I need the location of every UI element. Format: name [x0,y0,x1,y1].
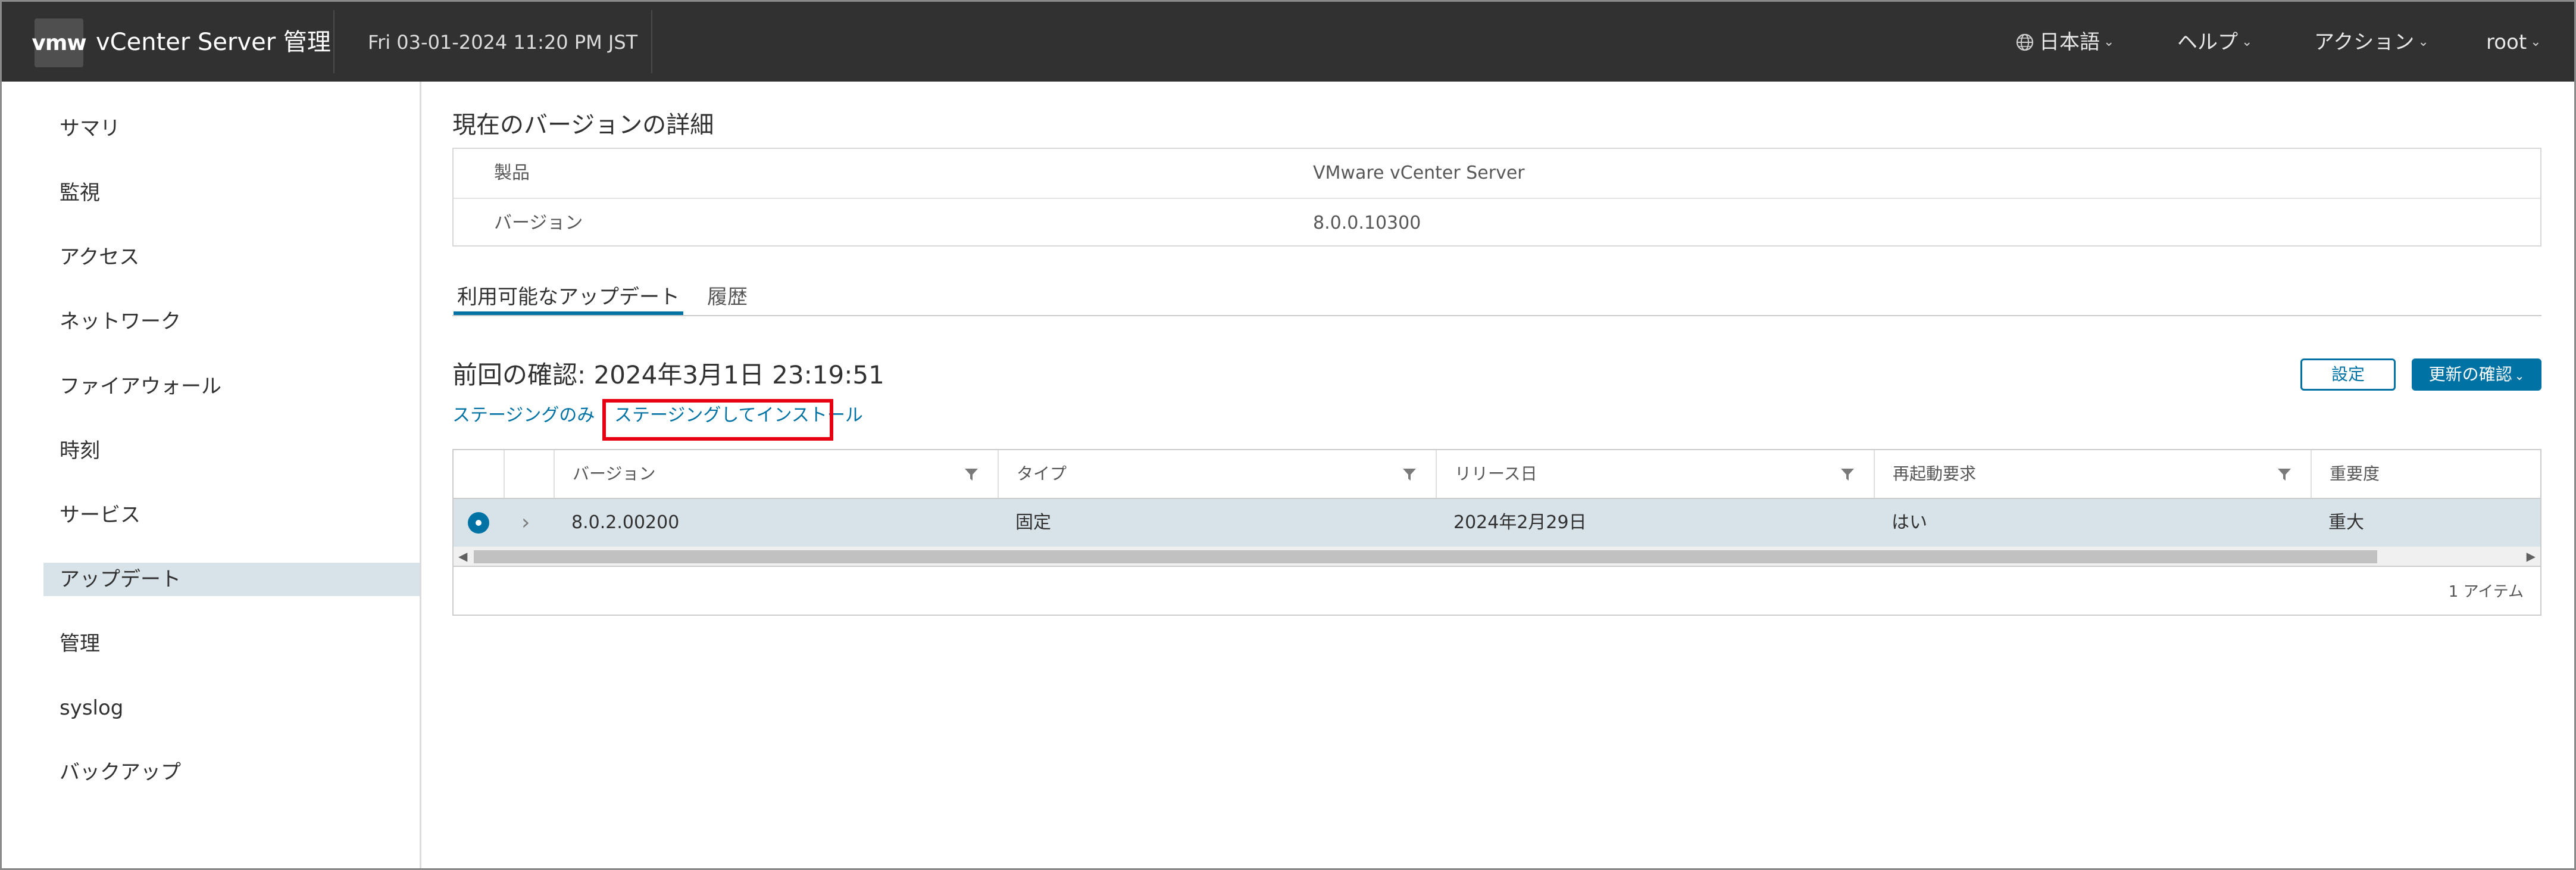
column-header-severity[interactable]: 重要度 [2311,450,2540,498]
details-row-product: 製品 VMware vCenter Server [454,149,2540,198]
radio-selected-icon[interactable] [468,512,489,534]
user-menu[interactable]: root ⌄ [2486,27,2541,58]
filter-icon[interactable] [1402,468,1417,481]
sidebar-item-access[interactable]: アクセス [43,241,420,274]
scroll-right-icon[interactable]: ▶ [2527,547,2536,566]
app-title: vCenter Server 管理 [96,29,331,56]
version-details-table: 製品 VMware vCenter Server バージョン 8.0.0.103… [452,148,2541,247]
chevron-right-icon[interactable]: › [521,499,530,547]
column-header-reboot-required[interactable]: 再起動要求 [1874,450,2311,498]
horizontal-scrollbar[interactable]: ◀ ▶ [454,547,2540,566]
user-menu-label: root [2486,30,2527,54]
check-updates-button[interactable]: 更新の確認 ⌄ [2412,358,2541,391]
details-value: VMware vCenter Server [1313,163,1525,183]
grid-header-select [454,450,504,498]
cell-reboot-required: はい [1892,512,1927,533]
sidebar-item-networking[interactable]: ネットワーク [43,305,420,338]
settings-button[interactable]: 設定 [2300,358,2396,391]
tab-history[interactable]: 履歴 [707,283,748,311]
vmware-logo: vmw [32,18,87,67]
sidebar-item-update[interactable]: アップデート [43,563,420,596]
header-datetime: Fri 03-01-2024 11:20 PM JST [368,31,638,54]
actions-menu[interactable]: アクション ⌄ [2314,27,2429,58]
updates-datagrid: バージョン タイプ リリース日 再起動要求 重要度 › 8.0.2.00200 … [452,449,2541,616]
details-key: 製品 [494,163,530,183]
top-header: vmw vCenter Server 管理 Fri 03-01-2024 11:… [2,2,2574,82]
cell-version: 8.0.2.00200 [571,512,680,533]
language-menu-label: 日本語 [2039,30,2100,54]
filter-icon[interactable] [1840,468,1855,481]
cell-type: 固定 [1015,512,1051,533]
sidebar-item-monitor[interactable]: 監視 [43,176,420,210]
details-row-version: バージョン 8.0.0.10300 [454,198,2540,248]
actions-menu-label: アクション [2314,30,2415,54]
grid-footer: 1 アイテム [454,566,2540,615]
sidebar-item-backup[interactable]: バックアップ [43,756,420,789]
stage-only-link[interactable]: ステージングのみ [452,402,595,429]
chevron-down-icon: ⌄ [2242,35,2253,49]
last-check-text: 前回の確認: 2024年3月1日 23:19:51 [452,360,884,389]
update-tabs: 利用可能なアップデート 履歴 [452,283,2541,316]
column-label: リリース日 [1455,464,1537,484]
scroll-left-icon[interactable]: ◀ [458,547,467,566]
chevron-down-icon: ⌄ [2103,35,2115,49]
help-menu[interactable]: ヘルプ ⌄ [2177,27,2252,58]
tab-available-updates[interactable]: 利用可能なアップデート [454,283,683,315]
column-header-type[interactable]: タイプ [998,450,1436,498]
chevron-down-icon: ⌄ [2418,35,2429,49]
main-content: 現在のバージョンの詳細 製品 VMware vCenter Server バージ… [421,82,2574,868]
details-key: バージョン [494,213,583,233]
column-label: バージョン [573,464,656,484]
column-label: タイプ [1017,464,1067,484]
details-value: 8.0.0.10300 [1313,213,1421,233]
cell-release-date: 2024年2月29日 [1453,512,1587,533]
grid-header-expand [504,450,554,498]
column-label: 重要度 [2330,464,2380,484]
sidebar-item-administration[interactable]: 管理 [43,627,420,660]
item-count: 1 アイテム [2448,583,2524,601]
grid-header: バージョン タイプ リリース日 再起動要求 重要度 [454,450,2540,499]
column-header-release-date[interactable]: リリース日 [1436,450,1874,498]
sidebar-nav: サマリ 監視 アクセス ネットワーク ファイアウォール 時刻 サービス アップデ… [2,82,421,868]
table-row[interactable]: › 8.0.2.00200 固定 2024年2月29日 はい 重大 [454,499,2540,547]
sidebar-item-summary[interactable]: サマリ [43,112,420,145]
sidebar-item-services[interactable]: サービス [43,498,420,532]
header-divider [333,10,334,73]
sidebar-item-syslog[interactable]: syslog [43,691,420,725]
cell-severity: 重大 [2328,512,2364,533]
header-divider [651,10,652,73]
chevron-down-icon: ⌄ [2530,35,2541,49]
sidebar-item-firewall[interactable]: ファイアウォール [43,370,420,403]
sidebar-item-time[interactable]: 時刻 [43,434,420,467]
chevron-down-icon: ⌄ [2514,369,2525,383]
column-label: 再起動要求 [1893,464,1977,484]
globe-icon [2016,33,2034,51]
help-menu-label: ヘルプ [2177,30,2238,54]
check-updates-label: 更新の確認 [2428,364,2512,384]
language-menu[interactable]: 日本語 ⌄ [2015,27,2114,58]
scrollbar-thumb[interactable] [474,550,2377,563]
current-version-title: 現在のバージョンの詳細 [452,111,714,139]
column-header-version[interactable]: バージョン [554,450,998,498]
filter-icon[interactable] [2277,468,2291,481]
highlight-box [602,399,833,441]
filter-icon[interactable] [964,468,978,481]
